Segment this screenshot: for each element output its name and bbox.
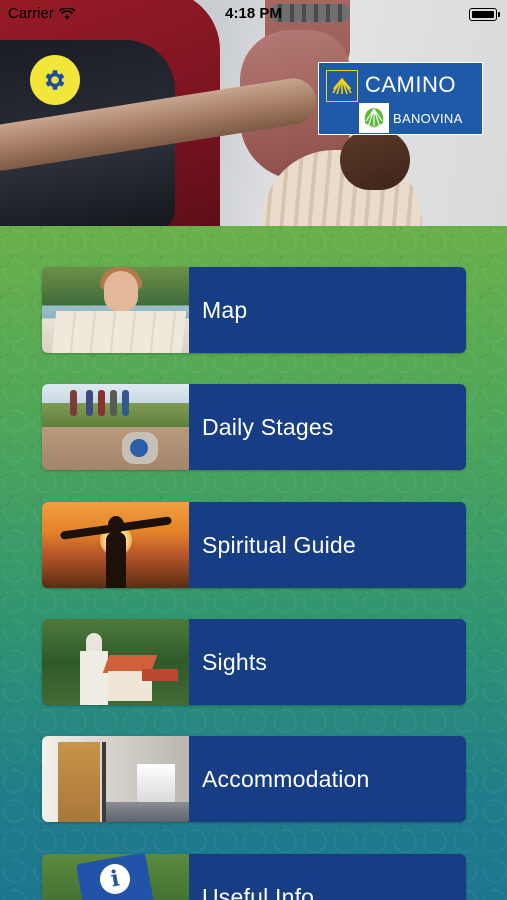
menu-item-useful-info[interactable]: i Useful Info: [42, 854, 466, 900]
menu-item-label: Sights: [202, 648, 268, 675]
scallop-shell-icon: [326, 70, 358, 102]
menu-item-label: Daily Stages: [202, 413, 334, 440]
menu-item-label: Map: [202, 296, 248, 323]
spiritual-guide-thumbnail: [42, 502, 189, 588]
main-menu: Map Daily Stages Spiritual Guide Sights …: [0, 226, 507, 900]
header-photo: Carrier 4:18 PM CAMINO BANOVINA: [0, 0, 507, 226]
hero-shell-knot: [340, 130, 410, 190]
status-time: 4:18 PM: [225, 5, 282, 22]
gear-icon: [45, 70, 65, 90]
menu-item-map[interactable]: Map: [42, 267, 466, 353]
menu-item-daily-stages[interactable]: Daily Stages: [42, 384, 466, 470]
map-thumbnail: [42, 267, 189, 353]
camino-banovina-logo: CAMINO BANOVINA: [318, 62, 483, 135]
battery-icon: [469, 8, 500, 21]
accommodation-thumbnail: [42, 736, 189, 822]
status-bar: Carrier 4:18 PM: [0, 0, 507, 28]
logo-subtitle: BANOVINA: [393, 111, 463, 126]
menu-item-accommodation[interactable]: Accommodation: [42, 736, 466, 822]
useful-info-thumbnail: i: [42, 854, 189, 900]
menu-item-label: Spiritual Guide: [202, 531, 356, 558]
menu-item-sights[interactable]: Sights: [42, 619, 466, 705]
green-shell-icon: [359, 103, 389, 133]
sights-thumbnail: [42, 619, 189, 705]
menu-item-label: Useful Info: [202, 883, 315, 900]
settings-button[interactable]: [30, 55, 80, 105]
menu-item-spiritual-guide[interactable]: Spiritual Guide: [42, 502, 466, 588]
daily-stages-thumbnail: [42, 384, 189, 470]
logo-title: CAMINO: [365, 72, 456, 97]
menu-item-label: Accommodation: [202, 765, 370, 792]
